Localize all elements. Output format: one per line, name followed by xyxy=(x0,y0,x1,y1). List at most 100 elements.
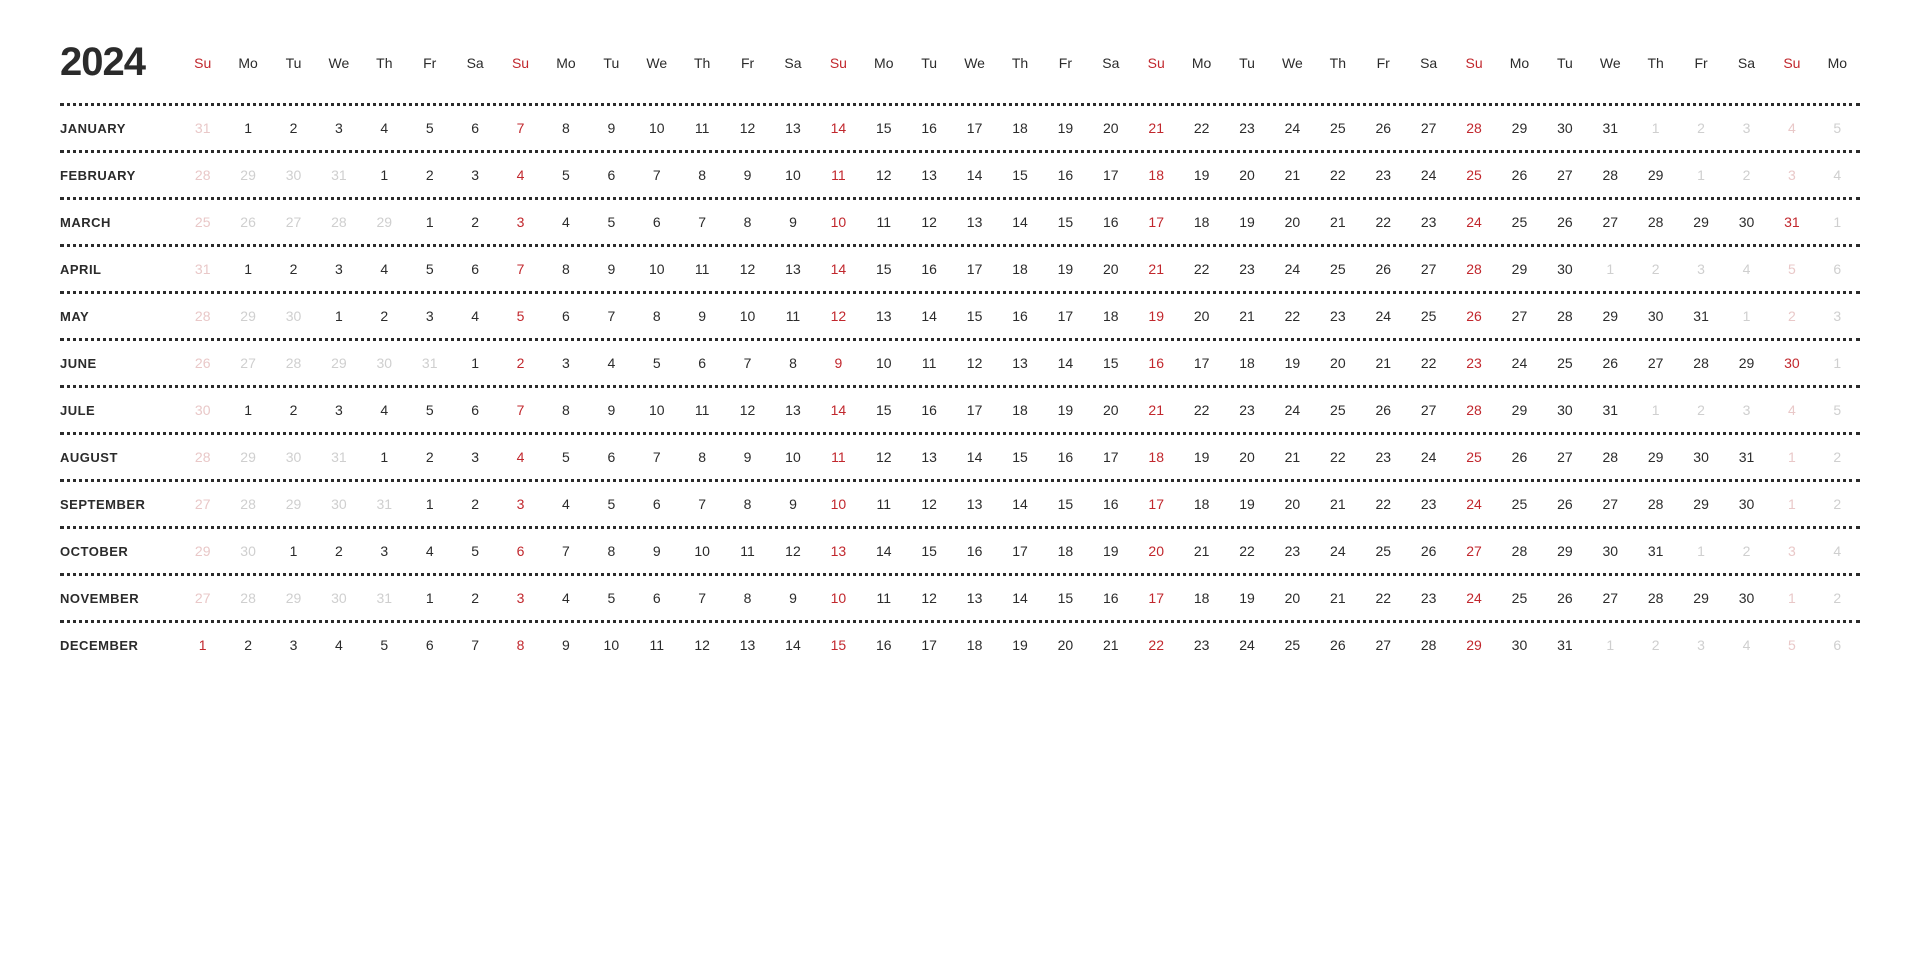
day-cell: 10 xyxy=(816,576,861,620)
day-cell: 16 xyxy=(1088,482,1133,526)
day-cell: 23 xyxy=(1224,106,1269,150)
month-label: MARCH xyxy=(60,215,180,230)
day-cell: 1 xyxy=(225,388,270,432)
day-cell: 21 xyxy=(1134,247,1179,291)
day-cell: 8 xyxy=(543,247,588,291)
day-cell: 9 xyxy=(725,435,770,479)
day-cell: 30 xyxy=(1724,200,1769,244)
day-cell: 27 xyxy=(1588,576,1633,620)
day-cell: 13 xyxy=(997,341,1042,385)
day-cell: 31 xyxy=(1542,623,1587,667)
day-cell: 29 xyxy=(180,529,225,573)
weekday-header: Su xyxy=(1451,55,1496,71)
day-cell: 8 xyxy=(589,529,634,573)
day-cell: 29 xyxy=(1497,247,1542,291)
day-cell: 21 xyxy=(1361,341,1406,385)
day-cell: 17 xyxy=(1134,482,1179,526)
day-cell: 22 xyxy=(1224,529,1269,573)
day-cell: 12 xyxy=(861,153,906,197)
day-cell: 19 xyxy=(1224,200,1269,244)
day-cell: 4 xyxy=(407,529,452,573)
day-cell: 18 xyxy=(1179,200,1224,244)
day-cell: 28 xyxy=(1633,200,1678,244)
day-cell: 4 xyxy=(1815,153,1860,197)
day-cell: 30 xyxy=(1633,294,1678,338)
day-cell: 18 xyxy=(1179,576,1224,620)
day-cell: 27 xyxy=(1633,341,1678,385)
day-cell: 30 xyxy=(271,153,316,197)
weekday-header: Su xyxy=(816,55,861,71)
day-cell: 1 xyxy=(407,482,452,526)
day-cell: 12 xyxy=(725,247,770,291)
day-cell: 20 xyxy=(1270,576,1315,620)
day-cell: 28 xyxy=(1588,153,1633,197)
day-cell: 2 xyxy=(498,341,543,385)
day-cell: 6 xyxy=(1815,247,1860,291)
day-cell: 28 xyxy=(225,482,270,526)
header-row: 2024 SuMoTuWeThFrSaSuMoTuWeThFrSaSuMoTuW… xyxy=(60,40,1860,85)
day-cell: 24 xyxy=(1270,106,1315,150)
day-cell: 17 xyxy=(1179,341,1224,385)
day-cell: 2 xyxy=(407,153,452,197)
day-cell: 6 xyxy=(1815,623,1860,667)
day-cell: 11 xyxy=(906,341,951,385)
day-cell: 3 xyxy=(1815,294,1860,338)
day-cell: 24 xyxy=(1406,153,1451,197)
day-cell: 1 xyxy=(1815,200,1860,244)
day-cell: 23 xyxy=(1406,576,1451,620)
day-cell: 3 xyxy=(271,623,316,667)
day-cell: 10 xyxy=(589,623,634,667)
day-cell: 15 xyxy=(1043,482,1088,526)
day-cell: 22 xyxy=(1179,388,1224,432)
day-cell: 5 xyxy=(589,200,634,244)
day-cell: 3 xyxy=(452,435,497,479)
day-cell: 23 xyxy=(1361,153,1406,197)
weekday-header: Sa xyxy=(1724,55,1769,71)
day-cell: 23 xyxy=(1224,247,1269,291)
day-cell: 23 xyxy=(1224,388,1269,432)
day-cell: 28 xyxy=(1633,482,1678,526)
day-cell: 12 xyxy=(679,623,724,667)
day-cell: 13 xyxy=(770,388,815,432)
weekday-header: Mo xyxy=(1497,55,1542,71)
month-label: JANUARY xyxy=(60,121,180,136)
month-label: SEPTEMBER xyxy=(60,497,180,512)
day-cell: 2 xyxy=(1815,576,1860,620)
day-cell: 9 xyxy=(770,482,815,526)
day-cell: 19 xyxy=(1224,482,1269,526)
day-cell: 19 xyxy=(1043,388,1088,432)
day-cell: 30 xyxy=(1542,247,1587,291)
day-cell: 4 xyxy=(316,623,361,667)
day-cell: 8 xyxy=(725,576,770,620)
day-cell: 6 xyxy=(634,200,679,244)
day-cell: 9 xyxy=(543,623,588,667)
day-cell: 3 xyxy=(362,529,407,573)
day-cell: 5 xyxy=(589,482,634,526)
day-cell: 2 xyxy=(452,200,497,244)
day-cell: 25 xyxy=(1361,529,1406,573)
day-cell: 8 xyxy=(725,482,770,526)
day-cell: 3 xyxy=(316,106,361,150)
day-cell: 31 xyxy=(362,482,407,526)
day-cell: 26 xyxy=(225,200,270,244)
day-cell: 14 xyxy=(906,294,951,338)
day-cell: 30 xyxy=(1542,388,1587,432)
day-cell: 28 xyxy=(1406,623,1451,667)
weekday-header: Mo xyxy=(225,55,270,71)
day-cell: 15 xyxy=(1088,341,1133,385)
day-cell: 22 xyxy=(1406,341,1451,385)
weekday-header: We xyxy=(1588,55,1633,71)
day-cell: 31 xyxy=(1724,435,1769,479)
day-cell: 17 xyxy=(952,106,997,150)
day-cell: 14 xyxy=(997,200,1042,244)
day-cell: 1 xyxy=(1678,529,1723,573)
day-cell: 5 xyxy=(1769,623,1814,667)
day-cell: 1 xyxy=(225,106,270,150)
month-row: MARCH25262728291234567891011121314151617… xyxy=(60,200,1860,244)
day-cell: 17 xyxy=(1134,576,1179,620)
day-cell: 28 xyxy=(225,576,270,620)
day-cell: 18 xyxy=(1134,435,1179,479)
day-cell: 13 xyxy=(816,529,861,573)
day-cell: 24 xyxy=(1270,247,1315,291)
day-cell: 10 xyxy=(634,247,679,291)
